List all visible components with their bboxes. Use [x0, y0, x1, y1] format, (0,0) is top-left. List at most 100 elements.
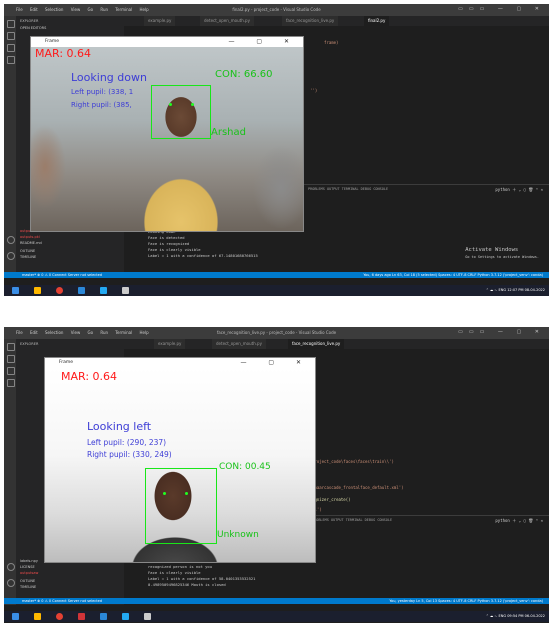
frame-window[interactable]: Frame — ▢ ✕ MAR: 0.64 Looking left Left … [44, 357, 316, 563]
panel-toolbar[interactable]: python ＋ ⌄ ▢ 🗑 ⌃ ✕ [495, 187, 543, 193]
left-pupil-label: Left pupil: (290, 237) [87, 438, 167, 447]
outline-section[interactable]: OUTLINE [20, 249, 35, 253]
terminal-line: Face is recognized [148, 241, 190, 246]
gear-icon[interactable] [7, 579, 15, 587]
app-icon[interactable] [78, 287, 85, 294]
terminal-name: python [495, 518, 510, 523]
person-name-label: Unknown [217, 530, 259, 540]
status-right[interactable]: You, yesterday Ln 5, Col 13 Spaces: 4 UT… [389, 599, 543, 603]
right-pupil-label: Right pupil: (330, 249) [87, 450, 172, 459]
tab-final2[interactable]: final2.py [364, 16, 390, 26]
panel-toolbar[interactable]: python ＋ ⌄ ▢ 🗑 ⌃ ✕ [495, 518, 543, 524]
frame-titlebar[interactable]: Frame — ▢ ✕ [31, 37, 303, 47]
camera-app-icon[interactable] [122, 287, 129, 294]
tab-example[interactable]: example.py [144, 16, 176, 26]
timeline-section[interactable]: TIMELINE [20, 255, 36, 259]
start-icon[interactable] [12, 613, 19, 620]
activity-bar [4, 16, 16, 278]
face-bounding-box [151, 85, 211, 139]
frame-window-controls[interactable]: — ▢ ✕ [240, 359, 311, 366]
code-line: 'haarcascade_frontalface_default.xml') [312, 485, 404, 490]
vscode-icon[interactable] [100, 287, 107, 294]
activate-title: Activate Windows [465, 247, 519, 253]
vscode-titlebar: File Edit Selection View Go Run Terminal… [4, 327, 549, 339]
file-item[interactable]: README.md [20, 241, 42, 245]
gear-icon[interactable] [7, 252, 15, 260]
clock: 12:07 PM [507, 288, 524, 292]
left-pupil-label: Left pupil: (338, 1 [71, 88, 134, 96]
terminal-line: Face is clearly visible [148, 247, 201, 252]
file-item[interactable]: labels.npy [20, 559, 38, 563]
confidence-label: CON: 00.45 [219, 462, 271, 472]
open-editors-section[interactable]: OPEN EDITORS [20, 26, 46, 30]
extensions-icon[interactable] [7, 56, 15, 64]
chrome-icon[interactable] [56, 287, 63, 294]
activity-bar [4, 339, 16, 605]
date: 08-04-2022 [524, 288, 545, 292]
terminal-line: Label = 1 with a confidence of 58.040135… [148, 576, 256, 581]
system-tray[interactable]: ⌃ ☁ ⏦ ENG 09:54 PM 06-04-2022 [486, 614, 545, 618]
file-explorer-icon[interactable] [34, 613, 41, 620]
timeline-section[interactable]: TIMELINE [20, 585, 36, 589]
status-left[interactable]: master* ⊗ 0 ⚠ 0 Connect Server not selec… [22, 599, 102, 603]
outline-section[interactable]: OUTLINE [20, 579, 35, 583]
frame-window-controls[interactable]: — ▢ ✕ [228, 38, 299, 45]
status-left[interactable]: master* ⊗ 0 ⚠ 0 Connect Server not selec… [22, 273, 102, 277]
date: 06-04-2022 [524, 614, 545, 618]
right-pupil-marker [191, 103, 194, 106]
vscode-titlebar: File Edit Selection View Go Run Terminal… [4, 4, 549, 16]
app-icon[interactable] [100, 613, 107, 620]
window-controls[interactable]: ▭▭▭ — ▢ ✕ [458, 329, 545, 335]
editor-tabs: example.py detect_open_mouth.py face_rec… [124, 339, 549, 349]
clock: 09:54 PM [507, 614, 524, 618]
terminal-name: python [495, 187, 510, 192]
tab-detect-open-mouth[interactable]: detect_open_mouth.py [200, 16, 254, 26]
file-item[interactable]: outputs.pkl [20, 235, 40, 239]
tab-example[interactable]: example.py [154, 339, 186, 349]
search-icon[interactable] [7, 32, 15, 40]
status-bar: master* ⊗ 0 ⚠ 0 Connect Server not selec… [4, 272, 549, 278]
search-icon[interactable] [7, 355, 15, 363]
account-icon[interactable] [7, 236, 15, 244]
screenshot-top: File Edit Selection View Go Run Terminal… [4, 4, 549, 296]
files-icon[interactable] [7, 343, 15, 351]
activate-subtitle: Go to Settings to activate Windows. [465, 255, 539, 259]
file-explorer-icon[interactable] [34, 287, 41, 294]
editor-tabs: example.py detect_open_mouth.py face_rec… [124, 16, 549, 26]
files-icon[interactable] [7, 20, 15, 28]
file-item[interactable]: LICENSE [20, 565, 35, 569]
start-icon[interactable] [12, 287, 19, 294]
frame-title: Frame [59, 360, 74, 365]
code-line: '') [310, 88, 318, 93]
panel-tabs[interactable]: PROBLEMS OUTPUT TERMINAL DEBUG CONSOLE [308, 187, 388, 191]
panel-tabs[interactable]: PROBLEMS OUTPUT TERMINAL DEBUG CONSOLE [312, 518, 392, 522]
source-control-icon[interactable] [7, 367, 15, 375]
account-icon[interactable] [7, 563, 15, 571]
extensions-icon[interactable] [7, 379, 15, 387]
frame-title: Frame [45, 39, 60, 44]
explorer-title: EXPLORER [20, 19, 39, 23]
terminal-line: 0.4989509496825346 Mouth is closed [148, 582, 226, 587]
terminal-line: Face is detected [148, 235, 185, 240]
code-line: ognizer_create() [312, 497, 351, 502]
face-bounding-box [145, 468, 217, 544]
window-controls[interactable]: ▭▭▭ — ▢ ✕ [458, 6, 545, 12]
file-item[interactable]: outputsaw [20, 571, 38, 575]
tab-face-recognition-live[interactable]: face_recognition_live.py [282, 16, 339, 26]
status-right[interactable]: You, 6 days ago Ln 63, Col 18 (5 selecte… [363, 273, 543, 277]
code-line: frame) [324, 40, 339, 45]
source-control-icon[interactable] [7, 44, 15, 52]
camera-app-icon[interactable] [144, 613, 151, 620]
terminal-line: Label = 1 with a confidence of 67.148016… [148, 253, 258, 258]
app-icon[interactable] [78, 613, 85, 620]
mar-label: MAR: 0.64 [35, 47, 92, 60]
right-pupil-label: Right pupil: (385, [71, 101, 132, 109]
tab-detect-open-mouth[interactable]: detect_open_mouth.py [212, 339, 266, 349]
tab-face-recognition-live[interactable]: face_recognition_live.py [288, 339, 345, 349]
chrome-icon[interactable] [56, 613, 63, 620]
frame-window[interactable]: Frame — ▢ ✕ MAR: 0.64 Looking down Left … [30, 36, 304, 232]
system-tray[interactable]: ⌃ ☁ ⏦ ENG 12:07 PM 08-04-2022 [486, 288, 545, 292]
frame-titlebar[interactable]: Frame — ▢ ✕ [45, 358, 315, 368]
vscode-icon[interactable] [122, 613, 129, 620]
camera-feed: MAR: 0.64 Looking left Left pupil: (290,… [45, 368, 315, 562]
